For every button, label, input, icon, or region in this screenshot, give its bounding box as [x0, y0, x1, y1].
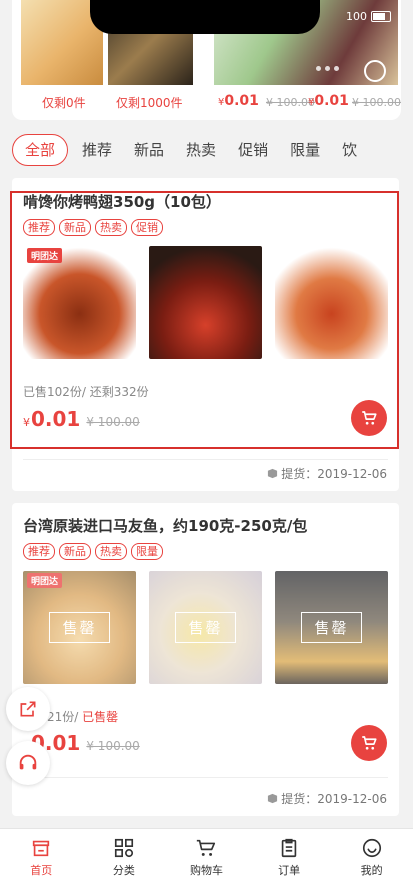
old-price: ¥ 100.00: [352, 96, 401, 109]
product-images: 明团达: [23, 246, 388, 359]
add-to-cart-button[interactable]: [351, 725, 387, 761]
soldout-overlay: 售罄: [23, 571, 136, 684]
smile-icon: [362, 838, 381, 857]
nav-profile[interactable]: 我的: [330, 829, 413, 885]
nav-label: 分类: [112, 863, 135, 877]
product-image[interactable]: 售罄: [149, 571, 262, 684]
tag: 促销: [131, 219, 163, 236]
tab-all[interactable]: 全部: [12, 134, 69, 166]
product-tags: 推荐 新品 热卖 促销: [23, 219, 163, 236]
price: ¥0.01: [218, 93, 259, 109]
pickup-date: 提货：2019-12-06: [267, 790, 387, 807]
tag: 推荐: [23, 219, 55, 236]
product-image[interactable]: [149, 246, 262, 359]
remain-text: 仅剩1000件: [116, 96, 183, 110]
tab-promo[interactable]: 促销: [230, 135, 276, 165]
product-price: ¥0.01¥ 100.00: [23, 407, 140, 431]
share-button[interactable]: [6, 687, 50, 731]
nav-orders[interactable]: 订单: [248, 829, 331, 885]
battery-icon: [371, 11, 391, 22]
scan-icon[interactable]: [364, 60, 386, 82]
product-image[interactable]: 明团达: [23, 246, 136, 359]
tab-new[interactable]: 新品: [126, 135, 172, 165]
divider: [23, 459, 388, 460]
tag: 热卖: [95, 219, 127, 236]
soldout-overlay: 售罄: [149, 571, 262, 684]
nav-label: 购物车: [189, 863, 223, 877]
soldout-overlay: 售罄: [275, 571, 388, 684]
grid-icon: [114, 838, 133, 857]
bottom-nav: 首页 分类 购物车 订单 我的: [0, 828, 413, 885]
nav-home[interactable]: 首页: [0, 829, 83, 885]
divider: [23, 777, 388, 778]
product-title: 台湾原装进口马友鱼，约190克-250克/包: [23, 517, 308, 535]
product-title: 啃馋你烤鸭翅350g（10包）: [23, 193, 221, 211]
tag: 推荐: [23, 543, 55, 560]
remain-text: 仅剩0件: [42, 96, 86, 110]
product-card[interactable]: 台湾原装进口马友鱼，约190克-250克/包 推荐 新品 热卖 限量 明团达 售…: [12, 503, 399, 816]
product-card[interactable]: 啃馋你烤鸭翅350g（10包） 推荐 新品 热卖 促销 明团达 已售102份/ …: [12, 178, 399, 491]
carousel-dots: [316, 66, 339, 71]
headset-icon: [19, 754, 37, 770]
tab-drinks[interactable]: 饮: [334, 135, 365, 165]
old-price: ¥ 100.00: [86, 415, 140, 429]
old-price: ¥ 100.00: [86, 739, 140, 753]
price: ¥0.01: [308, 93, 349, 109]
nav-cart[interactable]: 购物车: [165, 829, 248, 885]
product-images: 明团达 售罄 售罄 售罄: [23, 571, 388, 684]
product-image[interactable]: [275, 246, 388, 359]
nav-category[interactable]: 分类: [83, 829, 166, 885]
product-image[interactable]: 售罄: [275, 571, 388, 684]
tag: 新品: [59, 219, 91, 236]
cart-icon: [362, 736, 377, 750]
cart-icon: [362, 411, 377, 425]
product-image[interactable]: 明团达 售罄: [23, 571, 136, 684]
tab-recommend[interactable]: 推荐: [74, 135, 120, 165]
pickup-date: 提货：2019-12-06: [267, 465, 387, 482]
add-to-cart-button[interactable]: [351, 400, 387, 436]
nav-label: 我的: [360, 863, 383, 877]
brand-badge: 明团达: [27, 248, 63, 263]
home-icon: [33, 840, 50, 856]
tag: 限量: [131, 543, 163, 560]
signal-text: 100: [346, 10, 367, 23]
sold-count: 已售102份/ 还剩332份: [23, 385, 149, 399]
share-icon: [20, 701, 36, 717]
nav-label: 订单: [278, 863, 301, 877]
tab-hot[interactable]: 热卖: [178, 135, 224, 165]
customer-service-button[interactable]: [6, 741, 50, 785]
tab-limited[interactable]: 限量: [282, 135, 328, 165]
cart-icon: [197, 839, 216, 856]
tag: 热卖: [95, 543, 127, 560]
tag: 新品: [59, 543, 91, 560]
nav-label: 首页: [30, 863, 53, 877]
product-tags: 推荐 新品 热卖 限量: [23, 543, 163, 560]
package-icon: [268, 468, 278, 479]
order-icon: [281, 838, 297, 857]
package-icon: [268, 793, 278, 804]
category-tabs: 全部 推荐 新品 热卖 促销 限量 饮: [0, 131, 413, 169]
status-bar-right: 100: [346, 10, 391, 23]
status-bar-notch: [90, 0, 320, 34]
